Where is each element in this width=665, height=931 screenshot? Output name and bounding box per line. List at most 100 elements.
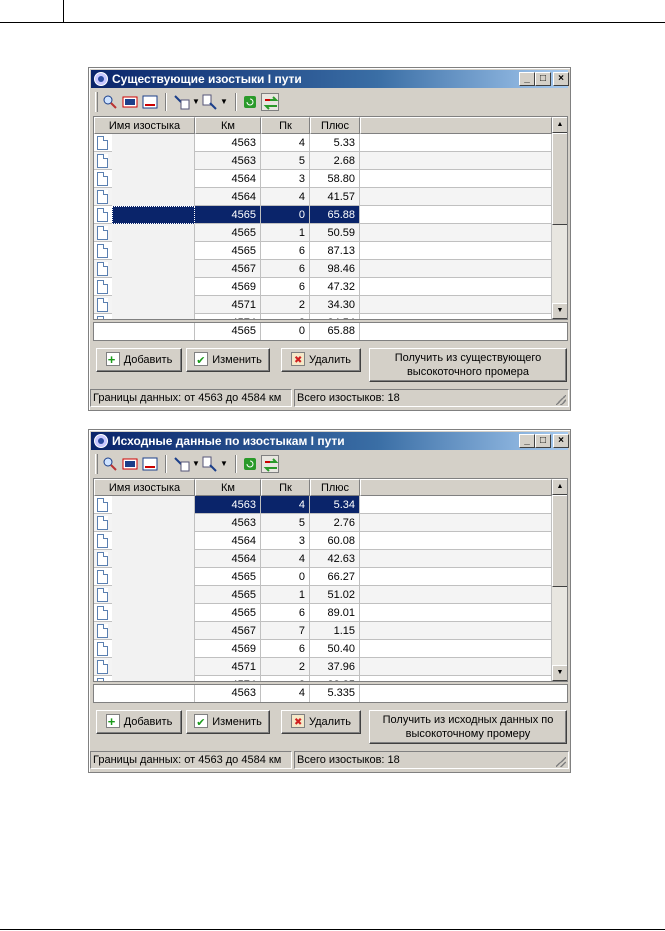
refresh-icon[interactable] bbox=[241, 455, 259, 473]
plus-cell[interactable]: 42.63 bbox=[310, 550, 360, 568]
km-cell[interactable]: 4565 bbox=[195, 568, 261, 586]
pk-cell[interactable]: 4 bbox=[261, 550, 310, 568]
column-header[interactable]: Км bbox=[195, 117, 261, 134]
add-button[interactable]: Добавить bbox=[96, 348, 182, 372]
km-cell[interactable]: 4564 bbox=[195, 170, 261, 188]
table-row[interactable]: 4574238.85 bbox=[94, 676, 552, 681]
scroll-thumb[interactable] bbox=[552, 495, 567, 587]
maximize-button[interactable]: □ bbox=[535, 434, 551, 448]
vertical-scrollbar[interactable]: ▲ ▼ bbox=[552, 479, 567, 681]
swap-icon[interactable] bbox=[261, 93, 279, 111]
pk-cell[interactable]: 5 bbox=[261, 152, 310, 170]
km-cell[interactable]: 4569 bbox=[195, 278, 261, 296]
plus-cell[interactable]: 34.54 bbox=[310, 314, 360, 319]
plus-cell[interactable]: 66.27 bbox=[310, 568, 360, 586]
scroll-up-button[interactable]: ▲ bbox=[552, 479, 567, 495]
title-bar[interactable]: Существующие изостыки I пути _ □ × bbox=[91, 70, 569, 88]
name-cell[interactable] bbox=[94, 188, 195, 206]
swap-icon[interactable] bbox=[261, 455, 279, 473]
export-dropdown-icon[interactable] bbox=[201, 455, 219, 473]
pk-cell[interactable]: 2 bbox=[261, 658, 310, 676]
plus-cell[interactable]: 50.59 bbox=[310, 224, 360, 242]
find-icon[interactable] bbox=[101, 455, 119, 473]
vertical-scrollbar[interactable]: ▲ ▼ bbox=[552, 117, 567, 319]
name-cell[interactable] bbox=[94, 134, 195, 152]
toolbar-grip[interactable] bbox=[95, 92, 98, 112]
plus-cell[interactable]: 87.13 bbox=[310, 242, 360, 260]
table-row[interactable]: 4574234.54 bbox=[94, 314, 552, 319]
pk-cell[interactable]: 1 bbox=[261, 224, 310, 242]
name-cell[interactable] bbox=[94, 622, 195, 640]
pk-cell[interactable]: 2 bbox=[261, 676, 310, 681]
minimize-button[interactable]: _ bbox=[519, 72, 535, 86]
pk-cell[interactable]: 3 bbox=[261, 170, 310, 188]
table-row[interactable]: 4563 5 2.68 bbox=[94, 152, 552, 170]
export-dropdown-icon[interactable] bbox=[201, 93, 219, 111]
plus-cell[interactable]: 41.57 bbox=[310, 188, 360, 206]
chevron-down-icon[interactable]: ▼ bbox=[192, 459, 200, 468]
km-cell[interactable]: 4574 bbox=[195, 676, 261, 681]
km-cell[interactable]: 4565 bbox=[195, 206, 261, 224]
filter-km-icon[interactable] bbox=[121, 93, 139, 111]
name-cell[interactable] bbox=[94, 496, 195, 514]
pk-cell[interactable]: 4 bbox=[261, 188, 310, 206]
delete-button[interactable]: Удалить bbox=[281, 710, 361, 734]
table-row[interactable]: 4563 4 5.34 bbox=[94, 496, 552, 514]
table-row[interactable]: 4567 6 98.46 bbox=[94, 260, 552, 278]
pk-cell[interactable]: 0 bbox=[261, 206, 310, 224]
column-header[interactable]: Пк bbox=[261, 479, 310, 496]
close-button[interactable]: × bbox=[553, 434, 569, 448]
km-cell[interactable]: 4564 bbox=[195, 188, 261, 206]
table-row[interactable]: 4564 3 58.80 bbox=[94, 170, 552, 188]
pk-cell[interactable]: 4 bbox=[261, 134, 310, 152]
plus-cell[interactable]: 58.80 bbox=[310, 170, 360, 188]
name-cell[interactable] bbox=[94, 224, 195, 242]
resize-grip-icon[interactable] bbox=[556, 395, 566, 405]
table-row[interactable]: 4565 1 50.59 bbox=[94, 224, 552, 242]
name-cell[interactable] bbox=[94, 640, 195, 658]
km-cell[interactable]: 4567 bbox=[195, 260, 261, 278]
km-cell[interactable]: 4571 bbox=[195, 296, 261, 314]
plus-cell[interactable]: 38.85 bbox=[310, 676, 360, 681]
table-row[interactable]: 4565 0 65.88 bbox=[94, 206, 552, 224]
table-row[interactable]: 4565 6 89.01 bbox=[94, 604, 552, 622]
filter-km-icon[interactable] bbox=[121, 455, 139, 473]
table-row[interactable]: 4567 7 1.15 bbox=[94, 622, 552, 640]
pk-cell[interactable]: 6 bbox=[261, 242, 310, 260]
close-button[interactable]: × bbox=[553, 72, 569, 86]
column-header[interactable]: Имя изостыка bbox=[94, 117, 195, 134]
table-row[interactable]: 4564 4 41.57 bbox=[94, 188, 552, 206]
plus-cell[interactable]: 51.02 bbox=[310, 586, 360, 604]
maximize-button[interactable]: □ bbox=[535, 72, 551, 86]
column-header[interactable]: Пк bbox=[261, 117, 310, 134]
km-cell[interactable]: 4571 bbox=[195, 658, 261, 676]
scroll-down-button[interactable]: ▼ bbox=[552, 665, 567, 681]
app-emblem-icon[interactable] bbox=[94, 72, 108, 86]
plus-cell[interactable]: 34.30 bbox=[310, 296, 360, 314]
column-header[interactable]: Плюс bbox=[310, 479, 360, 496]
plus-cell[interactable]: 47.32 bbox=[310, 278, 360, 296]
chevron-down-icon[interactable]: ▼ bbox=[220, 459, 228, 468]
name-cell[interactable] bbox=[94, 278, 195, 296]
column-header[interactable]: Плюс bbox=[310, 117, 360, 134]
scroll-up-button[interactable]: ▲ bbox=[552, 117, 567, 133]
pk-cell[interactable]: 0 bbox=[261, 568, 310, 586]
pk-cell[interactable]: 4 bbox=[261, 496, 310, 514]
pk-cell[interactable]: 2 bbox=[261, 314, 310, 319]
find-icon[interactable] bbox=[101, 93, 119, 111]
table-row[interactable]: 4571 2 37.96 bbox=[94, 658, 552, 676]
name-cell[interactable] bbox=[94, 550, 195, 568]
plus-cell[interactable]: 60.08 bbox=[310, 532, 360, 550]
pk-cell[interactable]: 6 bbox=[261, 604, 310, 622]
column-header[interactable]: Км bbox=[195, 479, 261, 496]
plus-cell[interactable]: 2.76 bbox=[310, 514, 360, 532]
toolbar-grip[interactable] bbox=[95, 454, 98, 474]
table-row[interactable]: 4564 4 42.63 bbox=[94, 550, 552, 568]
name-cell[interactable] bbox=[94, 532, 195, 550]
plus-cell[interactable]: 2.68 bbox=[310, 152, 360, 170]
km-cell[interactable]: 4564 bbox=[195, 532, 261, 550]
pk-cell[interactable]: 6 bbox=[261, 260, 310, 278]
plus-cell[interactable]: 50.40 bbox=[310, 640, 360, 658]
scroll-thumb[interactable] bbox=[552, 133, 567, 225]
km-cell[interactable]: 4563 bbox=[195, 134, 261, 152]
